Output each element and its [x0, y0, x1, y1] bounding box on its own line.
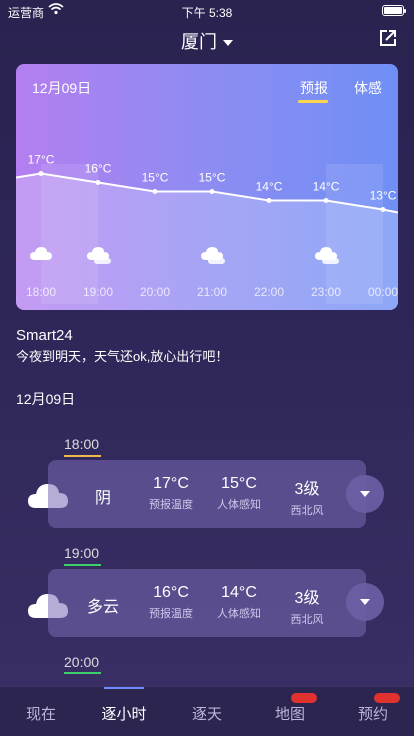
tab-badge — [374, 693, 400, 703]
city-selector[interactable]: 厦门 — [0, 28, 414, 54]
tab-daily[interactable]: 逐天 — [166, 703, 248, 724]
temperature-point — [209, 189, 215, 194]
temperature-point — [323, 198, 329, 203]
tab-booking-label: 预约 — [357, 706, 388, 723]
tab-booking[interactable]: 预约 — [332, 693, 414, 724]
bottom-tab-bar: 现在 逐小时 逐天 地图 预约 — [0, 686, 414, 736]
hour-label: 20:00 — [64, 654, 100, 670]
wind: 3级 西北风 — [290, 481, 324, 517]
hour-underline — [64, 455, 101, 457]
hour-underline — [64, 672, 101, 674]
hour-tick-label: 23:00 — [311, 285, 341, 299]
status-bar: 运营商 下午 5:38 — [0, 0, 414, 22]
tab-hourly[interactable]: 逐小时 — [83, 703, 165, 724]
hour-tick-label: 18:00 — [26, 285, 56, 299]
temperature-point — [380, 207, 386, 212]
tab-feel[interactable]: 体感 — [354, 78, 382, 98]
forecast-temp: 16°C 预报温度 — [149, 584, 193, 620]
temperature-label: 13°C — [370, 189, 397, 203]
temperature-point — [38, 171, 44, 176]
hour-label: 18:00 — [64, 436, 100, 452]
feel-temp: 14°C 人体感知 — [217, 584, 261, 620]
hourly-chart-card: 17°C 18:00 16°C 19:00 15°C 20:00 15°C 21:00 14°C… — [16, 64, 398, 310]
hour-underline — [64, 564, 101, 566]
smart-message: 今夜到明天，天气还ok,放心出行吧！ — [16, 349, 229, 364]
temperature-label: 15°C — [142, 171, 169, 185]
temperature-point — [266, 198, 272, 203]
temperature-label: 14°C — [313, 180, 340, 194]
wind: 3级 西北风 — [290, 590, 324, 626]
temperature-point — [95, 180, 101, 185]
hour-label: 19:00 — [64, 545, 100, 561]
hour-tick-label: 20:00 — [140, 285, 170, 299]
temperature-label: 16°C — [85, 162, 112, 176]
temperature-label: 15°C — [199, 171, 226, 185]
smart-name: Smart24 — [16, 327, 73, 344]
hour-tick-label: 22:00 — [254, 285, 284, 299]
expand-button[interactable] — [346, 583, 384, 621]
tab-forecast[interactable]: 预报 — [300, 78, 328, 98]
temperature-label: 14°C — [256, 180, 283, 194]
hour-tick-label: 21:00 — [197, 285, 227, 299]
hourly-card: 多云 16°C 预报温度 14°C 人体感知 3级 西北风 — [48, 569, 366, 637]
tab-map[interactable]: 地图 — [249, 693, 331, 724]
chart-date: 12月09日 — [32, 80, 92, 96]
share-icon[interactable] — [378, 28, 398, 48]
status-time: 下午 5:38 — [181, 6, 233, 20]
condition-label: 多云 — [86, 599, 119, 616]
section-date: 12月09日 — [16, 391, 76, 407]
active-tab-indicator — [104, 687, 144, 689]
temperature-chart: 17°C 18:00 16°C 19:00 15°C 20:00 15°C 21:00 14°C… — [16, 153, 398, 310]
feel-temp: 15°C 人体感知 — [217, 475, 261, 511]
hourly-card: 阴 17°C 预报温度 15°C 人体感知 3级 西北风 — [48, 460, 366, 528]
condition-label: 阴 — [94, 490, 111, 507]
expand-button[interactable] — [346, 475, 384, 513]
tab-now[interactable]: 现在 — [0, 703, 82, 724]
temperature-point — [152, 189, 158, 194]
chevron-down-icon — [223, 40, 233, 47]
forecast-temp: 17°C 预报温度 — [149, 475, 193, 511]
tab-badge — [291, 693, 317, 703]
hour-band — [41, 164, 98, 304]
hour-tick-label: 00:00 — [368, 285, 398, 299]
tab-forecast-indicator — [298, 100, 328, 103]
temperature-label: 17°C — [28, 153, 55, 167]
hour-tick-label: 19:00 — [83, 285, 113, 299]
battery-icon — [382, 5, 406, 16]
city-name: 厦门 — [181, 32, 217, 52]
tab-map-label: 地图 — [274, 706, 305, 723]
top-nav: 厦门 — [0, 22, 414, 54]
smart-summary: Smart24 今夜到明天，天气还ok,放心出行吧！ — [16, 327, 228, 365]
